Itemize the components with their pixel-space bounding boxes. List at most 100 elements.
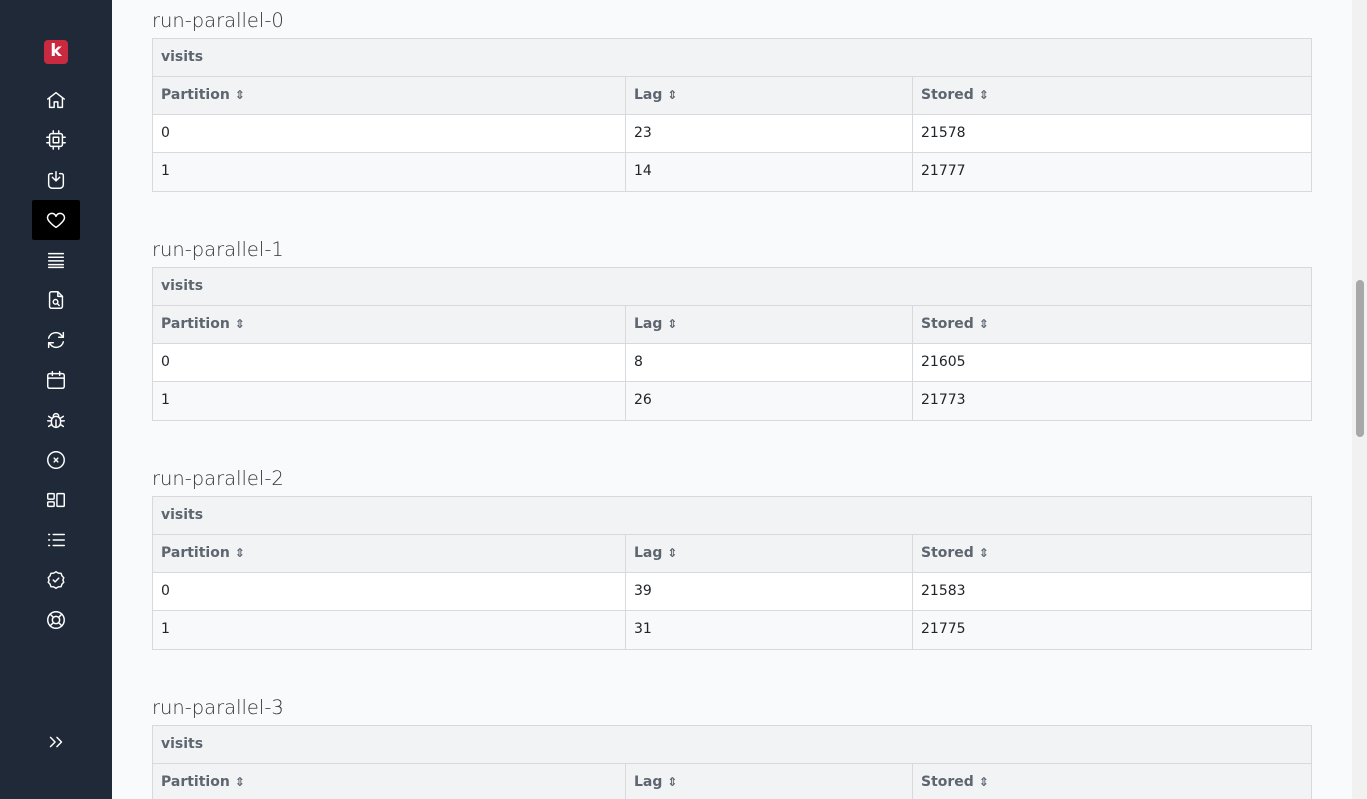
column-header-label: Lag bbox=[634, 87, 663, 103]
sidebar-item-errors[interactable] bbox=[32, 440, 80, 480]
table-row: 1 14 21777 bbox=[153, 153, 1311, 191]
column-header-lag[interactable]: Lag ⇕ bbox=[626, 535, 913, 572]
sidebar-item-support[interactable] bbox=[32, 600, 80, 640]
column-header-partition[interactable]: Partition ⇕ bbox=[153, 764, 626, 799]
table-cell: 31 bbox=[626, 611, 913, 649]
sidebar-item-flows[interactable] bbox=[32, 160, 80, 200]
layers-icon bbox=[47, 252, 65, 269]
table-header-row: Partition ⇕ Lag ⇕ Stored ⇕ bbox=[153, 764, 1311, 799]
sort-icon[interactable]: ⇕ bbox=[667, 88, 677, 102]
column-header-label: Partition bbox=[161, 774, 230, 790]
layout-icon bbox=[47, 492, 65, 508]
column-header-stored[interactable]: Stored ⇕ bbox=[913, 535, 1311, 572]
consumer-group-section: run-parallel-1 visits Partition ⇕ Lag ⇕ Stored… bbox=[152, 237, 1312, 421]
section-title: run-parallel-2 bbox=[152, 467, 284, 490]
table-cell: 1 bbox=[153, 611, 626, 649]
check-circle-icon bbox=[47, 571, 65, 589]
sidebar-item-tests[interactable] bbox=[32, 560, 80, 600]
refresh-icon bbox=[47, 331, 65, 349]
partition-table: visits Partition ⇕ Lag ⇕ Stored ⇕ bbox=[152, 725, 1312, 799]
column-header-partition[interactable]: Partition ⇕ bbox=[153, 306, 626, 343]
table-cell: 0 bbox=[153, 344, 626, 381]
column-header-lag[interactable]: Lag ⇕ bbox=[626, 77, 913, 114]
table-cell: 14 bbox=[626, 153, 913, 191]
table-header-row: Partition ⇕ Lag ⇕ Stored ⇕ bbox=[153, 535, 1311, 573]
column-header-partition[interactable]: Partition ⇕ bbox=[153, 535, 626, 572]
column-header-partition[interactable]: Partition ⇕ bbox=[153, 77, 626, 114]
consumer-group-section: run-parallel-2 visits Partition ⇕ Lag ⇕ Stored… bbox=[152, 466, 1312, 650]
table-cell: 21605 bbox=[921, 354, 966, 370]
download-icon bbox=[47, 171, 65, 189]
sidebar-item-topics[interactable] bbox=[32, 240, 80, 280]
table-cell: 21578 bbox=[921, 125, 966, 141]
home-icon bbox=[47, 91, 65, 109]
lifebuoy-icon bbox=[47, 611, 65, 629]
column-header-label: Stored bbox=[921, 87, 974, 103]
column-header-label: Partition bbox=[161, 87, 230, 103]
sidebar-item-calendar[interactable] bbox=[32, 360, 80, 400]
partition-table: visits Partition ⇕ Lag ⇕ Stored ⇕ 0 39 21583 1 31 21… bbox=[152, 496, 1312, 650]
table-cell: 23 bbox=[626, 115, 913, 152]
partition-table: visits Partition ⇕ Lag ⇕ Stored ⇕ 0 8 21605 1 26 217… bbox=[152, 267, 1312, 421]
sort-icon[interactable]: ⇕ bbox=[979, 775, 989, 789]
sidebar: k bbox=[0, 0, 112, 799]
table-row: 0 8 21605 bbox=[153, 344, 1311, 382]
vertical-scrollbar[interactable] bbox=[1352, 0, 1367, 799]
column-header-stored[interactable]: Stored ⇕ bbox=[913, 77, 1311, 114]
sidebar-item-dashboards[interactable] bbox=[32, 480, 80, 520]
table-cell: 21773 bbox=[921, 392, 966, 408]
column-header-label: Lag bbox=[634, 316, 663, 332]
sort-icon[interactable]: ⇕ bbox=[235, 775, 245, 789]
sidebar-item-health[interactable] bbox=[32, 200, 80, 240]
sort-icon[interactable]: ⇕ bbox=[235, 317, 245, 331]
sort-icon[interactable]: ⇕ bbox=[235, 88, 245, 102]
sort-icon[interactable]: ⇕ bbox=[979, 317, 989, 331]
column-header-lag[interactable]: Lag ⇕ bbox=[626, 764, 913, 799]
table-row: 1 26 21773 bbox=[153, 382, 1311, 420]
table-cell: 0 bbox=[153, 573, 626, 610]
list-icon bbox=[47, 533, 65, 547]
table-cell: 0 bbox=[153, 115, 626, 152]
consumer-group-section: run-parallel-0 visits Partition ⇕ Lag ⇕ Stored… bbox=[152, 8, 1312, 192]
sidebar-expand-button[interactable] bbox=[32, 722, 80, 762]
table-cell: 1 bbox=[153, 153, 626, 191]
file-search-icon bbox=[48, 291, 64, 309]
cpu-icon bbox=[46, 130, 66, 150]
sidebar-item-schemas[interactable] bbox=[32, 280, 80, 320]
table-header-row: Partition ⇕ Lag ⇕ Stored ⇕ bbox=[153, 306, 1311, 344]
sort-icon[interactable]: ⇕ bbox=[667, 546, 677, 560]
table-row: 0 23 21578 bbox=[153, 115, 1311, 153]
sort-icon[interactable]: ⇕ bbox=[667, 775, 677, 789]
column-header-lag[interactable]: Lag ⇕ bbox=[626, 306, 913, 343]
sort-icon[interactable]: ⇕ bbox=[979, 88, 989, 102]
column-header-label: Stored bbox=[921, 774, 974, 790]
section-title: run-parallel-0 bbox=[152, 9, 284, 32]
chevrons-right-icon bbox=[49, 736, 63, 748]
sidebar-item-home[interactable] bbox=[32, 80, 80, 120]
sidebar-item-list[interactable] bbox=[32, 520, 80, 560]
main-content: run-parallel-0 visits Partition ⇕ Lag ⇕ Stored… bbox=[112, 0, 1352, 799]
sort-icon[interactable]: ⇕ bbox=[979, 546, 989, 560]
table-cell: 8 bbox=[626, 344, 913, 381]
table-caption: visits bbox=[153, 726, 1311, 764]
sort-icon[interactable]: ⇕ bbox=[235, 546, 245, 560]
column-header-label: Partition bbox=[161, 545, 230, 561]
table-header-row: Partition ⇕ Lag ⇕ Stored ⇕ bbox=[153, 77, 1311, 115]
table-cell: 21583 bbox=[921, 583, 966, 599]
consumer-group-section: run-parallel-3 visits Partition ⇕ Lag ⇕ Stored… bbox=[152, 695, 1312, 799]
table-cell: 26 bbox=[626, 382, 913, 420]
sidebar-item-debug[interactable] bbox=[32, 400, 80, 440]
table-cell: 21777 bbox=[921, 163, 966, 179]
logo[interactable]: k bbox=[44, 40, 68, 64]
sidebar-item-cluster[interactable] bbox=[32, 120, 80, 160]
section-title: run-parallel-1 bbox=[152, 238, 284, 261]
sidebar-item-connect[interactable] bbox=[32, 320, 80, 360]
column-header-stored[interactable]: Stored ⇕ bbox=[913, 764, 1311, 799]
column-header-stored[interactable]: Stored ⇕ bbox=[913, 306, 1311, 343]
scrollbar-thumb[interactable] bbox=[1356, 280, 1364, 437]
table-caption: visits bbox=[153, 39, 1311, 77]
calendar-icon bbox=[47, 371, 65, 389]
sort-icon[interactable]: ⇕ bbox=[667, 317, 677, 331]
column-header-label: Stored bbox=[921, 545, 974, 561]
table-cell: 21775 bbox=[921, 621, 966, 637]
